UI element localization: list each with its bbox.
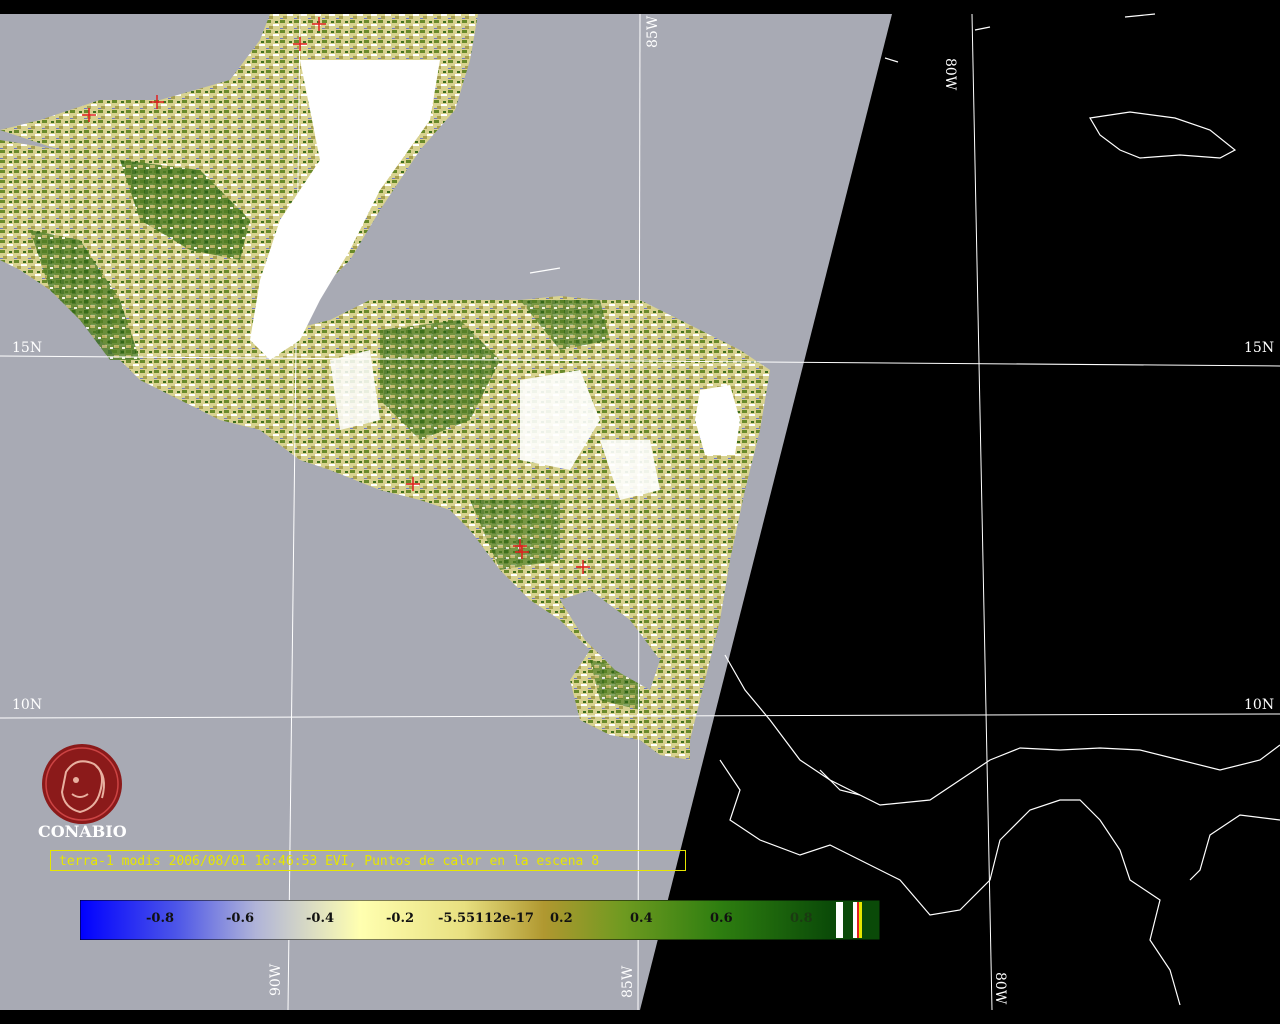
lon-label-85w-top: 85W xyxy=(645,15,661,48)
lat-label-15n-right: 15N xyxy=(1244,340,1275,356)
lon-label-90w-bottom: 90W xyxy=(268,963,284,996)
lon-label-85w-bottom: 85W xyxy=(620,965,636,998)
lat-label-10n-left: 10N xyxy=(12,697,43,713)
legend-tick: -0.8 xyxy=(146,911,175,926)
legend-tick: -0.6 xyxy=(226,911,255,926)
conabio-logo-text: CONABIO xyxy=(38,822,127,841)
lon-label-80w-top: 80W xyxy=(942,58,958,91)
legend-tick: -0.2 xyxy=(386,911,415,926)
legend-tick: -0.4 xyxy=(306,911,335,926)
legend-tick: 0.4 xyxy=(630,911,653,926)
legend-tick: 0.6 xyxy=(710,911,733,926)
legend-tick: 0.8 xyxy=(790,911,813,926)
legend-tick: -5.55112e-17 xyxy=(438,911,534,926)
lon-label-80w-bottom: 80W xyxy=(992,972,1008,1005)
lat-label-15n-left: 15N xyxy=(12,340,43,356)
scene-caption: terra-1 modis 2006/08/01 16:46:53 EVI, P… xyxy=(50,850,686,871)
lat-label-10n-right: 10N xyxy=(1244,697,1275,713)
legend-tick: 0.2 xyxy=(550,911,573,926)
